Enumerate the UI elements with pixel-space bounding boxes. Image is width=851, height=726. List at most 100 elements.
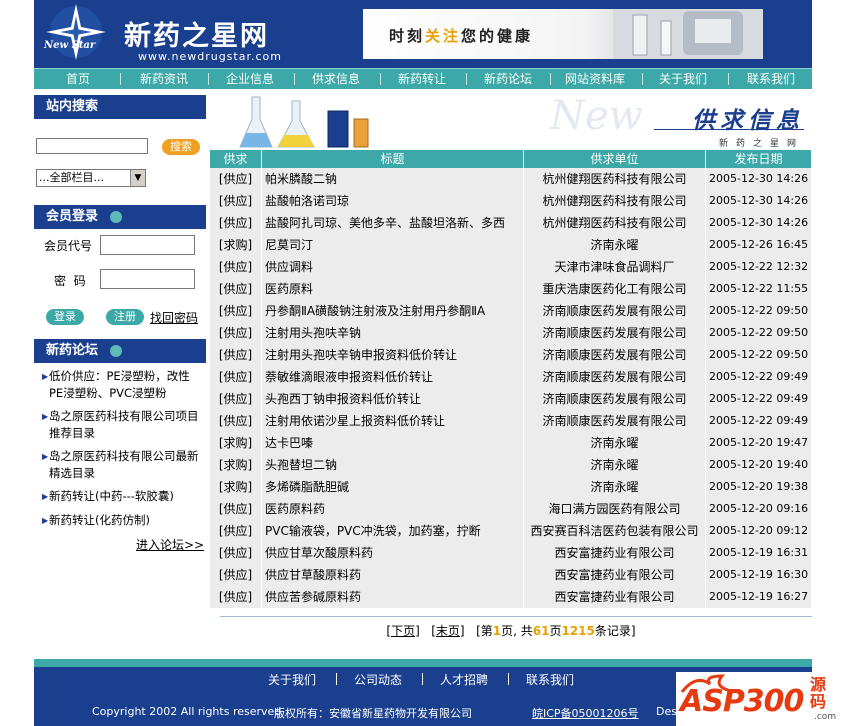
table-row[interactable]: [供应] 医药原料 重庆浩康医药化工有限公司 2005-12-22 11:55 bbox=[210, 278, 812, 300]
table-row[interactable]: [供应] 注射用头孢呋辛钠申报资料低价转让 济南顺康医药发展有限公司 2005-… bbox=[210, 344, 812, 366]
row-title-link[interactable]: 萘敏维滴眼液申报资料低价转让 bbox=[262, 366, 524, 388]
dot-icon bbox=[110, 345, 122, 357]
row-title-link[interactable]: 供应调料 bbox=[262, 256, 524, 278]
col-title-header: 标题 bbox=[262, 150, 524, 168]
nav-home[interactable]: 首页 bbox=[50, 69, 106, 89]
icp-link[interactable]: 皖ICP备05001206号 bbox=[532, 705, 639, 721]
main-nav: 首页 新药资讯 企业信息 供求信息 新药转让 新药论坛 网站资料库 关于我们 联… bbox=[34, 68, 812, 89]
password-field[interactable] bbox=[100, 269, 195, 289]
forum-section-title: 新药论坛 bbox=[34, 339, 206, 363]
header: New Star 新药之星网 www.newdrugstar.com 时刻关注您… bbox=[34, 0, 812, 68]
row-title-link[interactable]: 注射用头孢呋辛钠申报资料低价转让 bbox=[262, 344, 524, 366]
row-title-link[interactable]: 盐酸阿扎司琼、美他多辛、盐酸坦洛新、多西 bbox=[262, 212, 524, 234]
design-credit: Des bbox=[656, 705, 677, 718]
table-row[interactable]: [供应] PVC输液袋，PVC冲洗袋，加药塞，拧断 西安赛百科洁医药包装有限公司… bbox=[210, 520, 812, 542]
watermark-code: 源码 bbox=[810, 675, 827, 711]
row-title-link[interactable]: 医药原料药 bbox=[262, 498, 524, 520]
table-row[interactable]: [供应] 头孢西丁钠申报资料低价转让 济南顺康医药发展有限公司 2005-12-… bbox=[210, 388, 812, 410]
forum-link[interactable]: ▶ 新药转让(化药仿制) bbox=[42, 512, 202, 529]
row-title-link[interactable]: 供应苦参碱原料药 bbox=[262, 586, 524, 608]
table-row[interactable]: [供应] 盐酸阿扎司琼、美他多辛、盐酸坦洛新、多西 杭州健翔医药科技有限公司 2… bbox=[210, 212, 812, 234]
forum-link[interactable]: ▶ 岛之原医药科技有限公司项目推荐目录 bbox=[42, 408, 202, 442]
row-title-link[interactable]: 帕米膦酸二钠 bbox=[262, 168, 524, 190]
row-title-link[interactable]: 供应甘草酸原料药 bbox=[262, 564, 524, 586]
row-title-link[interactable]: PVC输液袋，PVC冲洗袋，加药塞，拧断 bbox=[262, 520, 524, 542]
footer-divider bbox=[422, 673, 423, 685]
table-row[interactable]: [供应] 供应甘草酸原料药 西安富捷药业有限公司 2005-12-19 16:3… bbox=[210, 564, 812, 586]
table-row[interactable]: [供应] 帕米膦酸二钠 杭州健翔医药科技有限公司 2005-12-30 14:2… bbox=[210, 168, 812, 190]
forgot-password-link[interactable]: 找回密码 bbox=[150, 309, 198, 326]
table-row[interactable]: [求购] 尼莫司汀 济南永曜 2005-12-26 16:45 bbox=[210, 234, 812, 256]
row-title-link[interactable]: 供应甘草次酸原料药 bbox=[262, 542, 524, 564]
nav-news[interactable]: 新药资讯 bbox=[132, 69, 196, 89]
table-row[interactable]: [供应] 供应甘草次酸原料药 西安富捷药业有限公司 2005-12-19 16:… bbox=[210, 542, 812, 564]
table-row[interactable]: [供应] 注射用依诺沙星上报资料低价转让 济南顺康医药发展有限公司 2005-1… bbox=[210, 410, 812, 432]
nav-divider bbox=[550, 73, 551, 85]
row-title-link[interactable]: 盐酸帕洛诺司琼 bbox=[262, 190, 524, 212]
row-title-link[interactable]: 达卡巴嗪 bbox=[262, 432, 524, 454]
table-row[interactable]: [求购] 多烯磷脂酰胆碱 济南永曜 2005-12-20 19:38 bbox=[210, 476, 812, 498]
pagination: [下页] [末页] [第1页, 共61页1215条记录] bbox=[386, 624, 636, 638]
row-title-link[interactable]: 丹参酮ⅡA磺酸钠注射液及注射用丹参酮ⅡA bbox=[262, 300, 524, 322]
owner: 版权所有：安徽省新星药物开发有限公司 bbox=[274, 707, 472, 720]
nav-contact[interactable]: 联系我们 bbox=[736, 69, 806, 89]
footer-about-link[interactable]: 关于我们 bbox=[268, 671, 316, 688]
nav-divider bbox=[120, 73, 121, 85]
row-title-link[interactable]: 多烯磷脂酰胆碱 bbox=[262, 476, 524, 498]
forum-link[interactable]: ▶ 岛之原医药科技有限公司最新精选目录 bbox=[42, 448, 202, 482]
table-row[interactable]: [供应] 供应苦参碱原料药 西安富捷药业有限公司 2005-12-19 16:2… bbox=[210, 586, 812, 608]
next-page-link[interactable]: [下页] bbox=[386, 624, 419, 638]
table-row[interactable]: [求购] 头孢替坦二钠 济南永曜 2005-12-20 19:40 bbox=[210, 454, 812, 476]
search-input[interactable] bbox=[36, 138, 148, 154]
table-row[interactable]: [供应] 注射用头孢呋辛钠 济南顺康医药发展有限公司 2005-12-22 09… bbox=[210, 322, 812, 344]
table-row[interactable]: [供应] 盐酸帕洛诺司琼 杭州健翔医药科技有限公司 2005-12-30 14:… bbox=[210, 190, 812, 212]
forum-link[interactable]: ▶ 低价供应：PE浸塑粉，改性PE浸塑粉、PVC浸塑粉 bbox=[42, 368, 202, 402]
login-button[interactable]: 登录 bbox=[46, 309, 84, 325]
nav-companies[interactable]: 企业信息 bbox=[218, 69, 282, 89]
banner-divider bbox=[654, 129, 804, 130]
forum-link[interactable]: ▶ 新药转让(中药---软胶囊) bbox=[42, 488, 202, 505]
footer-contact-link[interactable]: 联系我们 bbox=[526, 671, 574, 688]
asp300-watermark: ASP300 源码 .com bbox=[676, 672, 851, 726]
nav-divider bbox=[728, 73, 729, 85]
nav-divider bbox=[208, 73, 209, 85]
chevron-down-icon[interactable]: ▼ bbox=[130, 170, 145, 186]
nav-divider bbox=[642, 73, 643, 85]
table-row[interactable]: [供应] 丹参酮ⅡA磺酸钠注射液及注射用丹参酮ⅡA 济南顺康医药发展有限公司 2… bbox=[210, 300, 812, 322]
section-banner: New 供求信息 新药之星网 bbox=[210, 89, 812, 150]
row-title-link[interactable]: 头孢西丁钠申报资料低价转让 bbox=[262, 388, 524, 410]
col-date-header: 发布日期 bbox=[706, 150, 812, 168]
category-select[interactable]: ...全部栏目... ▼ bbox=[36, 169, 146, 187]
row-title-link[interactable]: 注射用头孢呋辛钠 bbox=[262, 322, 524, 344]
table-header: 供求 标题 供求单位 发布日期 bbox=[210, 150, 812, 168]
table-row[interactable]: [供应] 医药原料药 海口满方园医药有限公司 2005-12-20 09:16 bbox=[210, 498, 812, 520]
register-button[interactable]: 注册 bbox=[106, 309, 144, 325]
bullet-icon: ▶ bbox=[42, 452, 49, 461]
nav-supply-demand[interactable]: 供求信息 bbox=[304, 69, 368, 89]
total-pages: 61 bbox=[532, 624, 550, 638]
nav-database[interactable]: 网站资料库 bbox=[558, 69, 632, 89]
nav-about[interactable]: 关于我们 bbox=[648, 69, 718, 89]
sidebar: 站内搜索 搜索 ...全部栏目... ▼ 会员登录 会员代号 密 码 登录 注册… bbox=[34, 89, 206, 659]
table-row[interactable]: [供应] 萘敏维滴眼液申报资料低价转让 济南顺康医药发展有限公司 2005-12… bbox=[210, 366, 812, 388]
member-id-field[interactable] bbox=[100, 235, 195, 255]
table-row[interactable]: [求购] 达卡巴嗪 济南永曜 2005-12-20 19:47 bbox=[210, 432, 812, 454]
dot-icon bbox=[110, 211, 122, 223]
search-button[interactable]: 搜索 bbox=[162, 139, 200, 155]
bullet-icon: ▶ bbox=[42, 412, 49, 421]
nav-forum[interactable]: 新药论坛 bbox=[476, 69, 540, 89]
password-label: 密 码 bbox=[54, 274, 86, 288]
row-title-link[interactable]: 尼莫司汀 bbox=[262, 234, 524, 256]
watermark-url: .com bbox=[814, 712, 837, 722]
enter-forum-link[interactable]: 进入论坛>> bbox=[136, 536, 204, 553]
row-title-link[interactable]: 医药原料 bbox=[262, 278, 524, 300]
last-page-link[interactable]: [末页] bbox=[431, 624, 464, 638]
row-title-link[interactable]: 注射用依诺沙星上报资料低价转让 bbox=[262, 410, 524, 432]
footer-news-link[interactable]: 公司动态 bbox=[354, 671, 402, 688]
footer-jobs-link[interactable]: 人才招聘 bbox=[440, 671, 488, 688]
current-page: 1 bbox=[492, 624, 502, 638]
nav-transfer[interactable]: 新药转让 bbox=[390, 69, 454, 89]
search-section-title: 站内搜索 bbox=[34, 95, 206, 119]
row-title-link[interactable]: 头孢替坦二钠 bbox=[262, 454, 524, 476]
table-row[interactable]: [供应] 供应调料 天津市津味食品调料厂 2005-12-22 12:32 bbox=[210, 256, 812, 278]
